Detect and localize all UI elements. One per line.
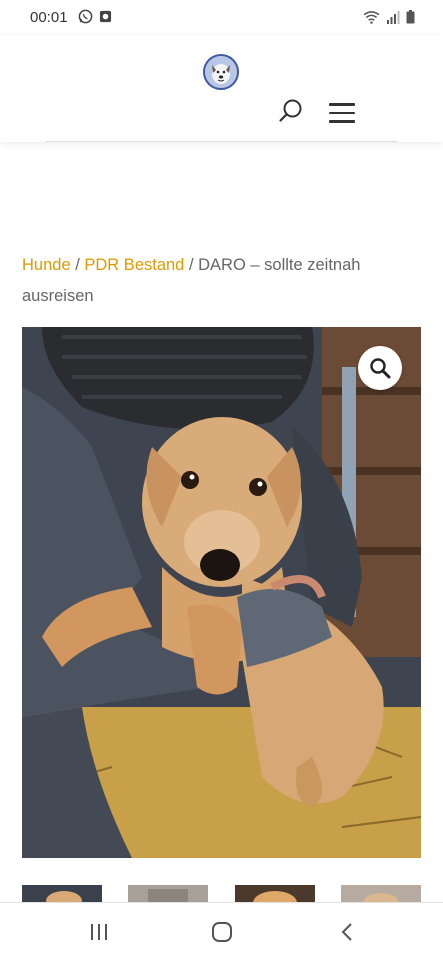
menu-line: [329, 120, 355, 123]
magnifier-icon: [370, 358, 391, 379]
breadcrumb-link-hunde[interactable]: Hunde: [22, 256, 71, 274]
wifi-icon: [363, 10, 380, 24]
menu-line: [329, 111, 355, 114]
status-bar: 00:01: [0, 0, 443, 36]
site-header: [0, 36, 443, 142]
product-main-image[interactable]: [22, 327, 421, 858]
breadcrumb: Hunde / PDR Bestand / DARO – sollte zeit…: [22, 250, 422, 312]
dog-logo-icon[interactable]: [203, 54, 239, 90]
status-time: 00:01: [30, 9, 68, 26]
status-right-icons: [363, 10, 415, 24]
recent-apps-button[interactable]: [84, 919, 114, 945]
home-button[interactable]: [207, 919, 237, 945]
breadcrumb-separator: /: [184, 256, 199, 274]
home-icon: [212, 922, 232, 942]
header-divider: [45, 141, 397, 142]
whatsapp-icon: [78, 9, 93, 24]
hamburger-menu-icon: [329, 103, 355, 106]
status-left-icons: [78, 9, 112, 24]
app-notification-icon: [99, 10, 112, 23]
battery-icon: [406, 10, 415, 24]
back-button[interactable]: [332, 919, 362, 945]
search-icon: [279, 99, 302, 122]
system-navigation-bar: [0, 902, 443, 961]
hamburger-menu-button[interactable]: [329, 103, 355, 123]
recent-apps-icon: [91, 924, 107, 940]
back-icon: [341, 923, 352, 941]
breadcrumb-link-pdr-bestand[interactable]: PDR Bestand: [84, 256, 184, 274]
search-button[interactable]: [278, 98, 304, 124]
zoom-button[interactable]: [358, 346, 402, 390]
signal-icon: [387, 10, 400, 24]
breadcrumb-separator: /: [70, 256, 85, 274]
